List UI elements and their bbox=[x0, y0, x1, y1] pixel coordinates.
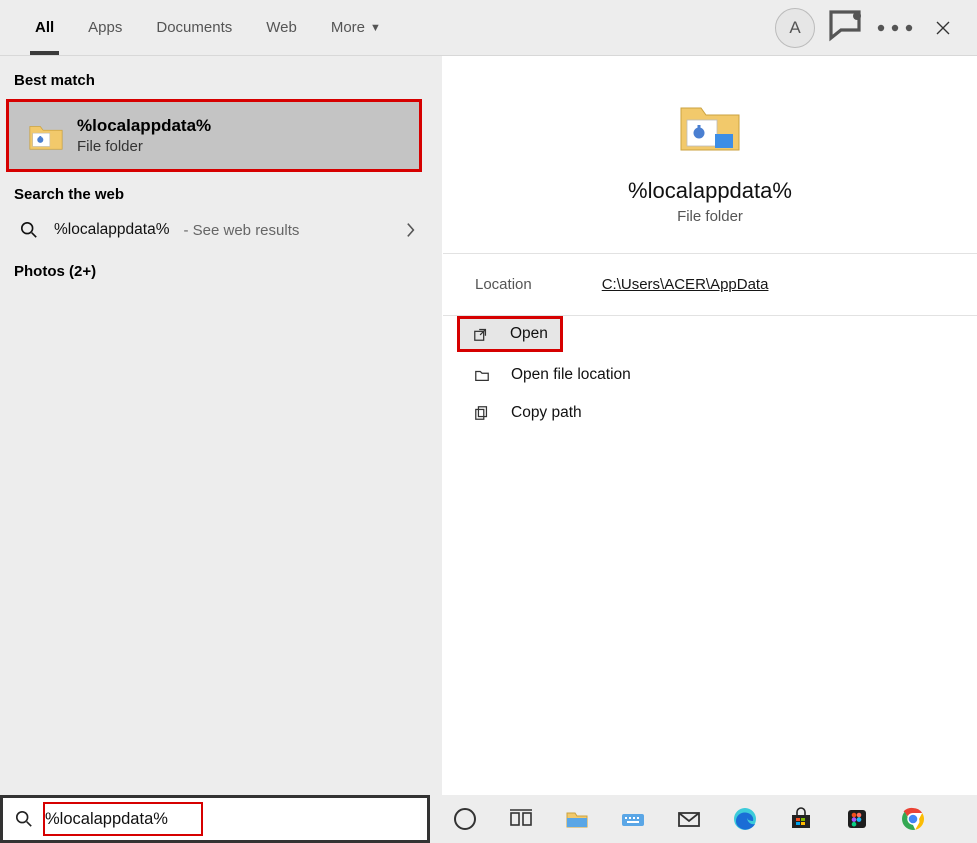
feedback-icon[interactable] bbox=[823, 4, 871, 52]
close-button[interactable] bbox=[919, 4, 967, 52]
main-content: Best match %localappdata% File folder Se… bbox=[0, 56, 977, 795]
details-title: %localappdata% bbox=[628, 178, 792, 204]
details-subtitle: File folder bbox=[677, 208, 743, 225]
file-explorer-icon[interactable] bbox=[552, 797, 602, 841]
cortana-icon[interactable] bbox=[440, 797, 490, 841]
tab-label: Web bbox=[266, 19, 297, 36]
more-options-icon[interactable] bbox=[871, 4, 919, 52]
keyboard-icon[interactable] bbox=[608, 797, 658, 841]
results-column: Best match %localappdata% File folder Se… bbox=[0, 56, 430, 795]
edge-icon[interactable] bbox=[720, 797, 770, 841]
avatar-letter: A bbox=[789, 18, 800, 38]
web-result-suffix: - See web results bbox=[183, 222, 299, 239]
web-result-row[interactable]: %localappdata% - See web results bbox=[0, 211, 430, 249]
tab-web[interactable]: Web bbox=[249, 0, 314, 55]
action-open[interactable]: Open bbox=[457, 316, 563, 352]
tab-more[interactable]: More ▼ bbox=[314, 0, 398, 55]
action-label: Open bbox=[510, 325, 548, 343]
action-label: Copy path bbox=[511, 404, 582, 422]
mail-icon[interactable] bbox=[664, 797, 714, 841]
header-right: A bbox=[775, 0, 967, 55]
tab-label: Apps bbox=[88, 19, 122, 36]
tab-apps[interactable]: Apps bbox=[71, 0, 139, 55]
location-label: Location bbox=[475, 276, 532, 293]
filter-tabs: All Apps Documents Web More ▼ bbox=[18, 0, 398, 55]
best-match-title: %localappdata% bbox=[77, 116, 211, 136]
user-avatar[interactable]: A bbox=[775, 8, 815, 48]
search-icon bbox=[18, 221, 40, 239]
search-web-heading: Search the web bbox=[0, 178, 430, 211]
tab-label: Documents bbox=[156, 19, 232, 36]
copy-icon bbox=[473, 405, 491, 421]
search-input[interactable] bbox=[37, 804, 427, 835]
best-match-texts: %localappdata% File folder bbox=[77, 116, 211, 155]
chevron-right-icon bbox=[406, 222, 416, 238]
folder-open-icon bbox=[473, 367, 491, 383]
figma-icon[interactable] bbox=[832, 797, 882, 841]
search-header: All Apps Documents Web More ▼ A bbox=[0, 0, 977, 56]
task-view-icon[interactable] bbox=[496, 797, 546, 841]
taskbar bbox=[430, 795, 977, 843]
photos-heading[interactable]: Photos (2+) bbox=[0, 255, 430, 288]
details-panel: %localappdata% File folder Location C:\U… bbox=[442, 56, 977, 795]
action-copy-path[interactable]: Copy path bbox=[443, 394, 977, 432]
tab-label: All bbox=[35, 19, 54, 36]
actions-list: Open Open file location Copy path bbox=[443, 316, 977, 442]
tab-all[interactable]: All bbox=[18, 0, 71, 55]
store-icon[interactable] bbox=[776, 797, 826, 841]
bottom-bar bbox=[0, 795, 977, 843]
best-match-subtitle: File folder bbox=[77, 138, 211, 155]
action-open-file-location[interactable]: Open file location bbox=[443, 356, 977, 394]
action-label: Open file location bbox=[511, 366, 631, 384]
search-box[interactable] bbox=[0, 795, 430, 843]
folder-icon bbox=[27, 117, 65, 155]
tab-documents[interactable]: Documents bbox=[139, 0, 249, 55]
open-icon bbox=[472, 326, 490, 342]
best-match-result[interactable]: %localappdata% File folder bbox=[6, 99, 422, 172]
web-result-query: %localappdata% bbox=[54, 221, 169, 239]
location-row: Location C:\Users\ACER\AppData bbox=[443, 254, 977, 316]
chrome-icon[interactable] bbox=[888, 797, 938, 841]
location-value[interactable]: C:\Users\ACER\AppData bbox=[602, 276, 769, 293]
details-header: %localappdata% File folder bbox=[443, 56, 977, 254]
folder-icon-large bbox=[675, 90, 745, 160]
search-icon bbox=[15, 810, 37, 828]
tab-label: More bbox=[331, 19, 365, 36]
chevron-down-icon: ▼ bbox=[370, 22, 381, 34]
best-match-heading: Best match bbox=[0, 64, 430, 97]
